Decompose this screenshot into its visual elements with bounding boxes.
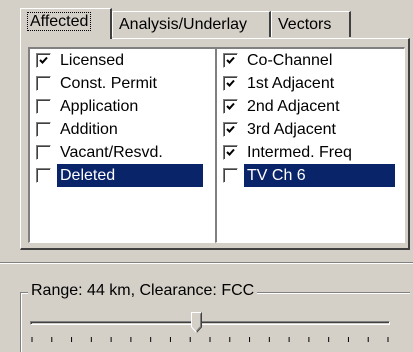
interference-type-item[interactable]: 1st Adjacent	[217, 72, 404, 95]
checkbox-checked[interactable]	[223, 145, 238, 160]
checkbox-unchecked[interactable]	[36, 168, 51, 183]
station-status-item[interactable]: Addition	[30, 118, 217, 141]
station-status-item[interactable]: Vacant/Resvd.	[30, 141, 217, 164]
interference-type-item-label: Co-Channel	[247, 52, 333, 69]
checkbox-unchecked[interactable]	[36, 76, 51, 91]
checkbox-unchecked[interactable]	[36, 122, 51, 137]
checkbox-unchecked[interactable]	[36, 99, 51, 114]
tab-affected[interactable]: Affected	[20, 8, 112, 39]
range-label: Range: 44 km, Clearance: FCC	[28, 280, 258, 302]
station-status-item[interactable]: Application	[30, 95, 217, 118]
checkmark-icon	[39, 56, 48, 64]
station-status-item[interactable]: Licensed	[30, 49, 217, 72]
checkmark-icon	[226, 148, 235, 156]
interference-type-item[interactable]: 3rd Adjacent	[217, 118, 404, 141]
station-status-item-label: Licensed	[60, 52, 125, 69]
station-status-item-label: Deleted	[57, 164, 203, 187]
interference-type-item-label: 1st Adjacent	[247, 75, 335, 92]
interference-type-item-label: 3rd Adjacent	[247, 121, 336, 138]
range-slider-ticks	[31, 337, 389, 342]
interference-type-item[interactable]: Co-Channel	[217, 49, 404, 72]
checkbox-checked[interactable]	[223, 76, 238, 91]
checkbox-unchecked[interactable]	[36, 145, 51, 160]
checkbox-checked[interactable]	[223, 53, 238, 68]
interference-type-list[interactable]: Co-Channel 1st Adjacent 2nd Adjacent 3rd Ad…	[215, 47, 405, 243]
interference-type-item-label: 2nd Adjacent	[247, 98, 340, 115]
range-slider-thumb[interactable]	[190, 312, 202, 333]
checkbox-unchecked[interactable]	[223, 168, 238, 183]
range-slider-track[interactable]	[30, 321, 390, 325]
tab-panel-affected: Licensed Const. Permit Application Addition…	[20, 38, 410, 250]
separator	[0, 262, 413, 264]
checkmark-icon	[226, 125, 235, 133]
checkbox-checked[interactable]	[223, 99, 238, 114]
station-status-item[interactable]: Const. Permit	[30, 72, 217, 95]
interference-type-item-label: TV Ch 6	[244, 164, 395, 187]
station-status-item-label: Addition	[60, 121, 118, 138]
checkbox-checked[interactable]	[223, 122, 238, 137]
interference-type-item[interactable]: Intermed. Freq	[217, 141, 404, 164]
checkmark-icon	[226, 102, 235, 110]
checkmark-icon	[226, 56, 235, 64]
station-status-item[interactable]: Deleted	[30, 164, 217, 187]
station-status-list[interactable]: Licensed Const. Permit Application Addition…	[28, 47, 218, 243]
interference-type-item-label: Intermed. Freq	[247, 144, 352, 161]
checkmark-icon	[226, 79, 235, 87]
checkbox-checked[interactable]	[36, 53, 51, 68]
interference-type-item[interactable]: 2nd Adjacent	[217, 95, 404, 118]
station-status-item-label: Vacant/Resvd.	[60, 144, 163, 161]
station-status-item-label: Application	[60, 98, 139, 115]
tab-analysis-underlay[interactable]: Analysis/Underlay	[112, 11, 271, 37]
interference-type-item[interactable]: TV Ch 6	[217, 164, 404, 187]
station-status-item-label: Const. Permit	[60, 75, 157, 92]
tab-vectors[interactable]: Vectors	[271, 11, 351, 37]
